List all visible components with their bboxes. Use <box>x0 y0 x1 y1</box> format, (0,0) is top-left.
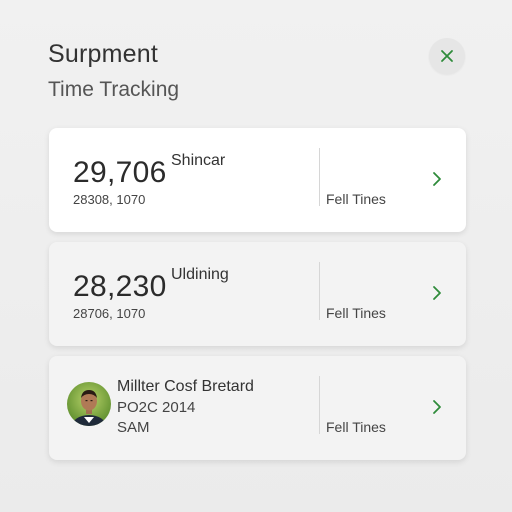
card-total-value: 29,706 <box>73 156 167 189</box>
tracking-card-person[interactable]: Millter Cosf Bretard PO2C 2014 SAM Fell … <box>49 356 466 460</box>
card-category-label: Shincar <box>171 152 226 169</box>
chevron-right-icon[interactable] <box>429 398 445 416</box>
card-total-value: 28,230 <box>73 270 167 303</box>
page-subtitle: Time Tracking <box>48 78 180 101</box>
card-divider <box>319 262 320 320</box>
time-tracking-screen: Surpment Time Tracking 29,706 Shincar 28… <box>0 0 512 512</box>
card-side-label: Fell Tines <box>326 419 386 435</box>
tracking-card-2[interactable]: 28,230 Uldining 28706, 1070 Fell Tines <box>49 242 466 346</box>
chevron-right-icon[interactable] <box>429 284 445 302</box>
page-title: Surpment <box>48 40 158 68</box>
close-icon <box>441 50 453 62</box>
person-date: PO2C 2014 <box>117 399 196 416</box>
card-side-label: Fell Tines <box>326 191 386 207</box>
card-side-label: Fell Tines <box>326 305 386 321</box>
card-category-label: Uldining <box>171 266 229 283</box>
card-detail-values: 28706, 1070 <box>73 306 146 321</box>
tracking-card-1[interactable]: 29,706 Shincar 28308, 1070 Fell Tines <box>49 128 466 232</box>
person-time: SAM <box>117 419 150 436</box>
card-detail-values: 28308, 1070 <box>73 192 146 207</box>
card-divider <box>319 148 320 206</box>
chevron-right-icon[interactable] <box>429 170 445 188</box>
card-divider <box>319 376 320 434</box>
person-name: Millter Cosf Bretard <box>117 378 254 395</box>
avatar <box>67 382 111 426</box>
close-button[interactable] <box>429 38 465 74</box>
